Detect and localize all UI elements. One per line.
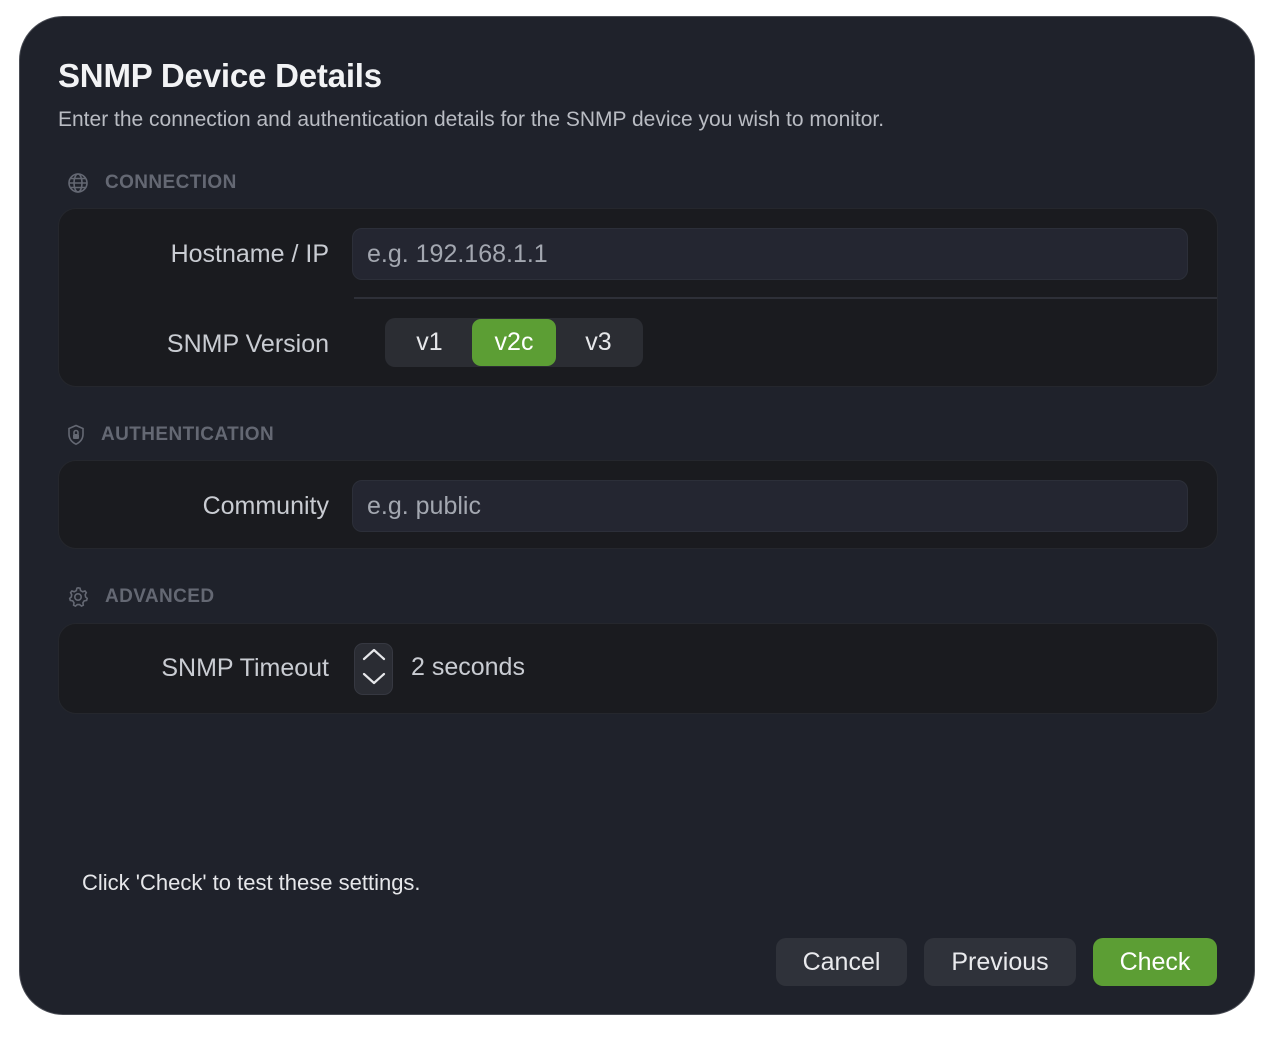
- advanced-group: SNMP Timeout 2 seconds: [58, 623, 1218, 714]
- section-label-authentication: AUTHENTICATION: [101, 424, 275, 445]
- hostname-label: Hostname / IP: [170, 240, 329, 268]
- gear-icon: [67, 586, 89, 608]
- snmp-version-option-v2c[interactable]: v2c: [472, 319, 556, 366]
- chevron-down-icon: [362, 672, 386, 691]
- hostname-input[interactable]: [352, 228, 1188, 280]
- snmp-version-option-v3[interactable]: v3: [556, 319, 641, 366]
- section-header-advanced: ADVANCED: [67, 585, 214, 609]
- snmp-version-label: SNMP Version: [166, 330, 329, 358]
- section-label-advanced: ADVANCED: [105, 586, 215, 607]
- previous-button[interactable]: Previous: [924, 938, 1076, 986]
- authentication-group: Community: [58, 460, 1218, 549]
- timeout-value: 2 seconds: [411, 653, 525, 681]
- community-label: Community: [202, 492, 329, 520]
- snmp-timeout-label: SNMP Timeout: [161, 654, 329, 682]
- stepper-decrement[interactable]: [355, 669, 392, 694]
- row-divider: [354, 297, 1217, 299]
- globe-icon: [67, 172, 89, 194]
- chevron-up-icon: [362, 647, 386, 666]
- check-button[interactable]: Check: [1093, 938, 1217, 986]
- shield-lock-icon: [67, 424, 85, 446]
- connection-group: Hostname / IP SNMP Version v1 v2c v3: [58, 208, 1218, 387]
- section-label-connection: CONNECTION: [105, 172, 237, 193]
- snmp-version-segmented-control: v1 v2c v3: [385, 318, 643, 367]
- check-hint-text: Click 'Check' to test these settings.: [82, 870, 421, 895]
- stepper-increment[interactable]: [355, 644, 392, 669]
- snmp-device-dialog: SNMP Device Details Enter the connection…: [19, 16, 1255, 1015]
- section-header-authentication: AUTHENTICATION: [67, 423, 274, 447]
- timeout-stepper[interactable]: [354, 643, 393, 695]
- community-input[interactable]: [352, 480, 1188, 532]
- dialog-title: SNMP Device Details: [58, 57, 382, 94]
- dialog-subtitle: Enter the connection and authentication …: [58, 108, 885, 131]
- snmp-version-option-v1[interactable]: v1: [387, 319, 472, 366]
- section-header-connection: CONNECTION: [67, 171, 237, 195]
- cancel-button[interactable]: Cancel: [776, 938, 907, 986]
